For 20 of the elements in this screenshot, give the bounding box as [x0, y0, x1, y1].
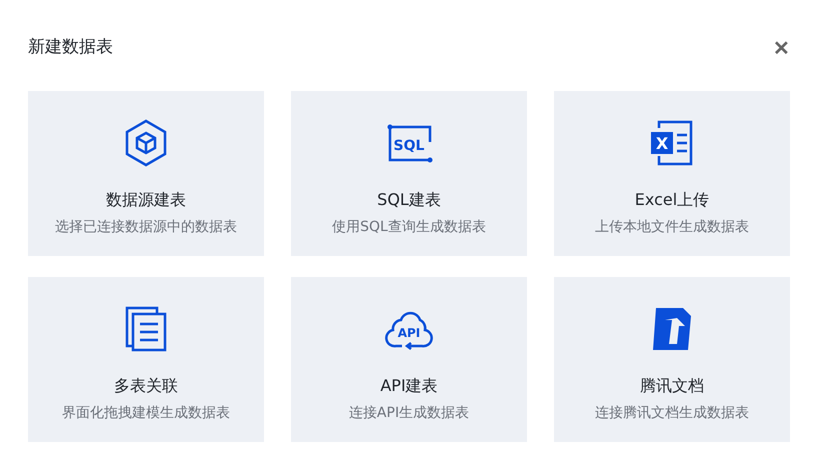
card-title: API建表 — [380, 375, 438, 397]
close-button[interactable]: ✕ — [773, 39, 790, 59]
card-title: 多表关联 — [114, 375, 178, 397]
card-title: SQL建表 — [377, 189, 441, 211]
card-description: 使用SQL查询生成数据表 — [332, 218, 486, 237]
card-description: 连接腾讯文档生成数据表 — [595, 404, 749, 423]
card-description: 上传本地文件生成数据表 — [595, 218, 749, 237]
option-card[interactable]: X Excel上传 上传本地文件生成数据表 — [554, 91, 790, 256]
option-card[interactable]: 数据源建表 选择已连接数据源中的数据表 — [28, 91, 264, 256]
card-title: 数据源建表 — [106, 189, 186, 211]
card-description: 连接API生成数据表 — [348, 404, 470, 423]
option-card[interactable]: 腾讯文档 连接腾讯文档生成数据表 — [554, 277, 790, 442]
option-card[interactable]: SQL SQL建表 使用SQL查询生成数据表 — [291, 91, 527, 256]
card-title: 腾讯文档 — [640, 375, 704, 397]
card-description: 选择已连接数据源中的数据表 — [55, 218, 237, 237]
dialog-title: 新建数据表 — [28, 36, 113, 59]
option-card[interactable]: API API建表 连接API生成数据表 — [291, 277, 527, 442]
card-title: Excel上传 — [634, 189, 710, 211]
card-description: 界面化拖拽建模生成数据表 — [62, 404, 230, 423]
option-card[interactable]: 多表关联 界面化拖拽建模生成数据表 — [28, 277, 264, 442]
